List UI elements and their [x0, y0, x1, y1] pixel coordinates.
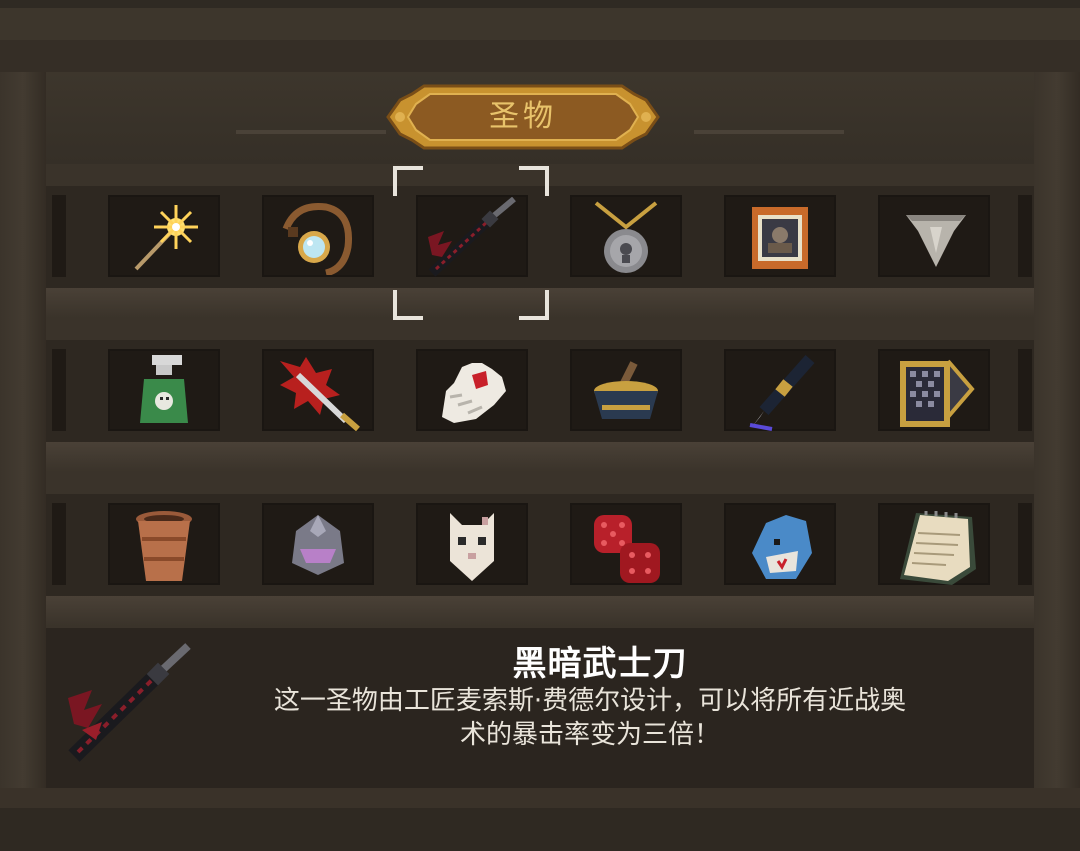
slot-edge-right [1018, 503, 1032, 585]
slot-edge-right [1018, 195, 1032, 277]
relic-slot[interactable] [724, 349, 836, 431]
sparkle-wand-icon [134, 205, 198, 271]
slot-edge-left [52, 349, 66, 431]
relic-slot[interactable] [724, 195, 836, 277]
header-rail-left [236, 130, 386, 134]
relic-slot[interactable] [570, 503, 682, 585]
relic-slot[interactable] [570, 195, 682, 277]
spiked-blade-icon [280, 357, 360, 431]
header-rail-right [694, 130, 844, 134]
relic-slot[interactable] [416, 349, 528, 431]
relic-slot[interactable] [570, 349, 682, 431]
relic-slot[interactable] [262, 195, 374, 277]
relic-name: 黑暗武士刀 [512, 644, 688, 684]
description-line-2: 术的暴击率变为三倍！ [459, 720, 720, 750]
relic-slot[interactable] [878, 349, 990, 431]
description-line-1: 这一圣物由工匠麦索斯·费德尔设计，可以将所有近战奥 [273, 686, 907, 716]
white-mask-icon [450, 513, 494, 581]
panel-title: 圣物 [489, 99, 557, 134]
relic-slot[interactable] [878, 195, 990, 277]
left-pillar [0, 72, 46, 788]
slot-edge-left [52, 503, 66, 585]
clay-pot-icon [136, 511, 192, 581]
relic-slot[interactable] [416, 503, 528, 585]
white-glove-icon [442, 363, 506, 423]
title-plaque: 圣物 [384, 80, 662, 154]
shark-plush-icon [752, 515, 812, 579]
selection-cursor [393, 166, 549, 320]
mortar-bowl-icon [594, 361, 658, 419]
skull-spray-bottle-icon [140, 355, 188, 423]
slot-edge-right [1018, 349, 1032, 431]
silver-pendant-icon [594, 201, 658, 273]
bottom-frame [0, 788, 1080, 851]
right-pillar [1034, 72, 1080, 788]
relic-slot[interactable] [108, 349, 220, 431]
relic-slot[interactable] [878, 503, 990, 585]
card-deck-icon [900, 359, 975, 427]
red-dice-icon [594, 515, 660, 583]
relic-slot[interactable] [262, 503, 374, 585]
shark-tooth-icon [906, 215, 966, 267]
relic-slot[interactable] [724, 503, 836, 585]
magnifier-amulet-icon [282, 202, 353, 275]
knight-helmet-icon [292, 515, 344, 575]
fountain-pen-icon [749, 355, 815, 431]
notepad-icon [900, 511, 976, 585]
relic-slot[interactable] [108, 503, 220, 585]
picture-frame-icon [752, 207, 808, 269]
slot-edge-left [52, 195, 66, 277]
top-frame [0, 0, 1080, 72]
relic-slot[interactable] [262, 349, 374, 431]
relic-description: 这一圣物由工匠麦索斯·费德尔设计，可以将所有近战奥 术的暴击率变为三倍！ [190, 684, 990, 752]
relic-slot[interactable] [108, 195, 220, 277]
